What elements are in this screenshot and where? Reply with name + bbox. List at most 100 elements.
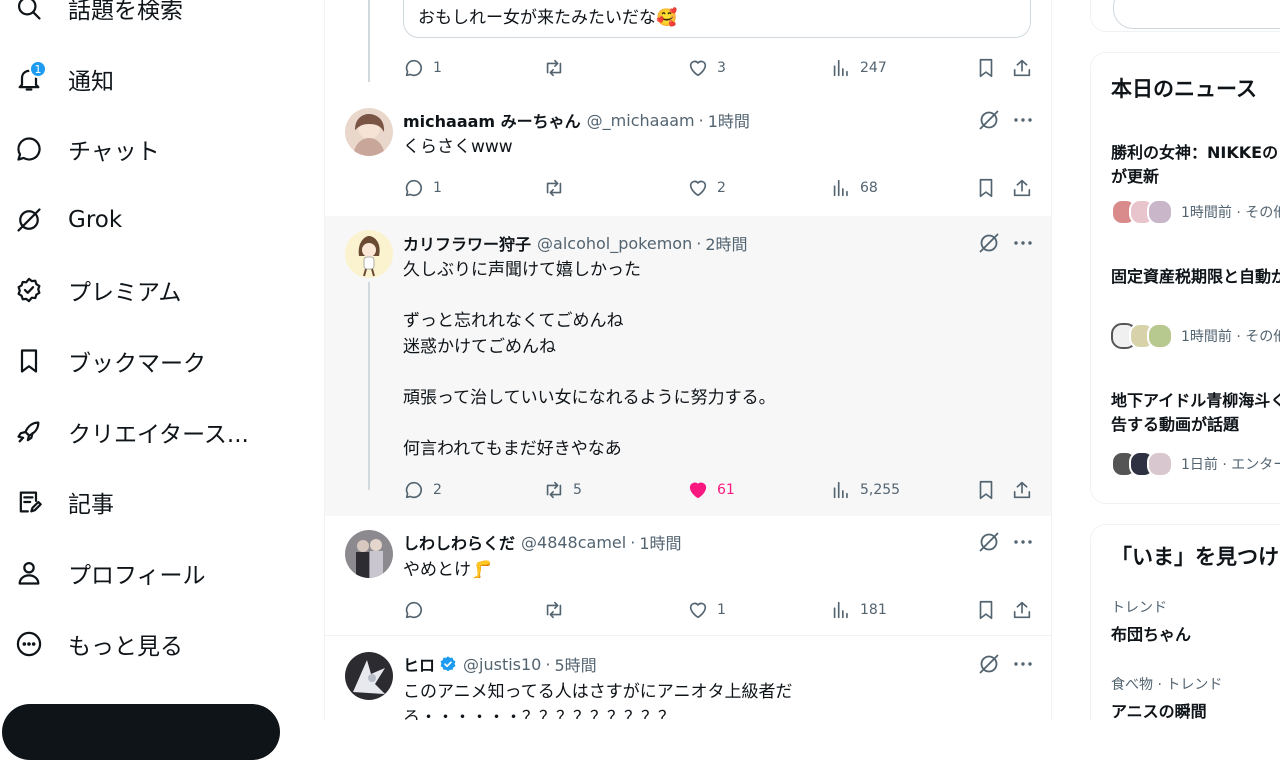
more-horizontal-icon [1014, 662, 1032, 666]
display-name[interactable]: michaaam みーちゃん [403, 108, 581, 132]
tweet-text: 久しぶりに声聞けて嬉しかった ずっと忘れれなくてごめんね 迷惑かけてごめんね 頑… [403, 260, 776, 459]
like-button[interactable]: 2 [687, 176, 726, 200]
like-count: 3 [717, 60, 726, 76]
bell-icon: 1 [12, 60, 47, 96]
tweet[interactable]: しわしわらくだ @4848camel · 1時間 やめとけ🦵 1 181 [325, 516, 1051, 636]
views-button[interactable]: 247 [830, 56, 887, 80]
like-button[interactable]: 61 [687, 478, 735, 502]
timestamp[interactable]: 2時間 [705, 231, 747, 255]
more-options-button[interactable] [1011, 108, 1035, 132]
nav-item-premium[interactable]: プレミアム [12, 266, 181, 314]
card-title: 本日のニュース [1111, 77, 1257, 101]
thread-line [368, 282, 370, 490]
nav-item-notifications[interactable]: 1 通知 [12, 55, 114, 103]
display-name[interactable]: しわしわらくだ [403, 530, 515, 554]
tweet[interactable]: michaaam みーちゃん @_michaaam · 1時間 くらさくwww … [325, 98, 1051, 216]
avatar[interactable] [345, 230, 393, 278]
heart-icon [689, 180, 707, 197]
todays-news-card: 本日のニュース 勝利の女神：NIKKEのリーが更新 1時間前 · その他 固定資… [1090, 52, 1280, 504]
news-meta: 1時間前 · その他 [1111, 323, 1280, 349]
reply-count: 1 [433, 180, 442, 196]
news-meta: 1日前 · エンタート [1111, 451, 1280, 477]
like-button[interactable]: 1 [687, 598, 726, 622]
share-button[interactable] [1011, 56, 1033, 80]
trend-name: 布団ちゃん [1111, 625, 1192, 644]
article-icon [12, 485, 46, 519]
avatar-stack [1111, 451, 1173, 477]
search-card [1090, 0, 1280, 32]
views-button[interactable]: 68 [830, 176, 878, 200]
reply-button[interactable]: 1 [403, 56, 442, 80]
more-options-button[interactable] [1011, 231, 1035, 255]
grok-explain-button[interactable] [977, 530, 1001, 554]
bookmark-button[interactable] [975, 478, 997, 502]
bookmark-button[interactable] [975, 56, 997, 80]
retweet-button[interactable] [543, 176, 573, 200]
nav-item-more[interactable]: もっと見る [12, 620, 183, 668]
share-button[interactable] [1011, 478, 1033, 502]
timestamp[interactable]: 5時間 [554, 652, 596, 676]
retweet-count: 5 [573, 482, 582, 498]
nav-item-creator-studio[interactable]: クリエイタース... [12, 408, 249, 456]
retweet-icon [546, 601, 562, 619]
views-button[interactable]: 181 [830, 598, 887, 622]
more-options-button[interactable] [1011, 652, 1035, 676]
news-meta-text: 1時間前 · その他 [1181, 329, 1280, 345]
views-button[interactable]: 5,255 [830, 478, 900, 502]
tweet[interactable]: ヒロ @justis10 · 5時間 このアニメ知ってる人はさすがにアニオタ上級… [325, 637, 1051, 720]
like-count: 1 [717, 602, 726, 618]
view-count: 181 [860, 602, 887, 618]
quoted-post[interactable]: おもしれー女が来たみたいだな🥰 [403, 0, 1031, 38]
avatar[interactable] [345, 108, 393, 156]
user-handle[interactable]: @_michaaam [587, 111, 695, 130]
user-handle[interactable]: @justis10 [463, 655, 541, 674]
avatar[interactable] [345, 652, 393, 700]
grok-explain-button[interactable] [977, 652, 1001, 676]
timestamp[interactable]: 1時間 [639, 530, 681, 554]
post-button[interactable] [2, 704, 280, 760]
nav-label: クリエイタース... [68, 422, 249, 448]
retweet-button[interactable] [543, 56, 573, 80]
tweet[interactable]: カリフラワー狩子 @alcohol_pokemon · 2時間 久しぶりに声聞け… [325, 216, 1051, 516]
display-name[interactable]: ヒロ [403, 652, 435, 676]
verified-icon [440, 656, 456, 672]
bookmark-icon [979, 58, 993, 78]
timestamp[interactable]: 1時間 [708, 108, 750, 132]
bookmark-icon [979, 480, 993, 500]
more-horizontal-icon [1014, 118, 1032, 122]
nav-item-bookmarks[interactable]: ブックマーク [12, 337, 206, 385]
reply-button[interactable]: 1 [403, 176, 442, 200]
avatar[interactable] [345, 530, 393, 578]
tweet[interactable]: おもしれー女が来たみたいだな🥰 1 3 247 [325, 0, 1051, 98]
reply-icon [405, 179, 423, 197]
bookmark-button[interactable] [975, 598, 997, 622]
bookmark-button[interactable] [975, 176, 997, 200]
tweet-header: しわしわらくだ @4848camel · 1時間 [403, 530, 682, 554]
retweet-button[interactable]: 5 [543, 478, 582, 502]
share-button[interactable] [1011, 176, 1033, 200]
like-button[interactable]: 3 [687, 56, 726, 80]
reply-button[interactable] [403, 598, 433, 622]
user-handle[interactable]: @alcohol_pokemon [537, 234, 692, 253]
more-options-button[interactable] [1011, 530, 1035, 554]
nav-item-chat[interactable]: チャット [12, 125, 160, 173]
share-icon [1013, 179, 1031, 197]
nav-item-articles[interactable]: 記事 [12, 478, 114, 526]
reply-button[interactable]: 2 [403, 478, 442, 502]
tweet-text: このアニメ知ってる人はさすがにアニオタ上級者だ ろ・・・・・・？？？？？？？？？ [403, 682, 793, 720]
retweet-button[interactable] [543, 598, 573, 622]
retweet-icon [546, 179, 562, 197]
nav-item-profile[interactable]: プロフィール [12, 549, 206, 597]
nav-item-grok[interactable]: Grok [12, 196, 122, 244]
search-input[interactable] [1113, 0, 1280, 29]
grok-explain-button[interactable] [977, 231, 1001, 255]
grok-explain-button[interactable] [977, 108, 1001, 132]
reply-icon [405, 601, 423, 619]
tweet-text: やめとけ🦵 [403, 560, 493, 580]
nav-item-explore[interactable]: 話題を検索 [12, 0, 183, 32]
tweet-text: くらさくwww [403, 137, 513, 157]
share-button[interactable] [1011, 598, 1033, 622]
user-handle[interactable]: @4848camel [521, 533, 626, 552]
display-name[interactable]: カリフラワー狩子 [403, 231, 531, 255]
news-meta-text: 1時間前 · その他 [1181, 205, 1280, 221]
